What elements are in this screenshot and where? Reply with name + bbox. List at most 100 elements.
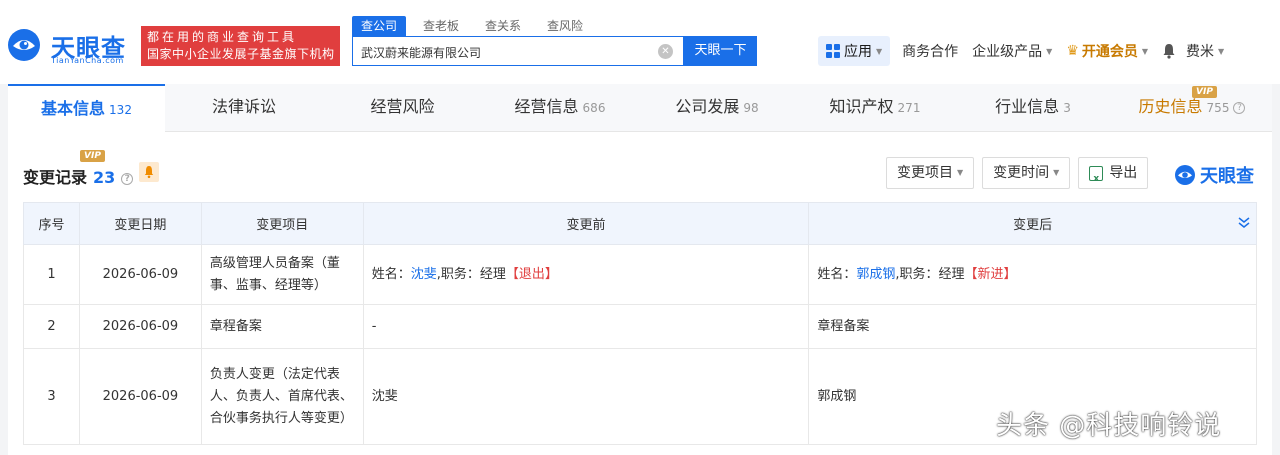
cell-after: 姓名：郭成钢,职务：经理【新进】	[808, 244, 1257, 305]
notification-bell-icon[interactable]	[1162, 43, 1176, 59]
expand-icon[interactable]	[1238, 216, 1250, 230]
grid-icon	[826, 44, 840, 58]
export-label: 导出	[1109, 165, 1138, 181]
caret-down-icon: ▼	[1046, 46, 1053, 56]
filter-change-item-dropdown[interactable]: 变更项目 ▼	[886, 157, 975, 189]
top-nav: 应用 ▼ 商务合作 企业级产品 ▼ ♛ 开通会员 ▼ 费米 ▼	[818, 36, 1238, 66]
tab-business-risk[interactable]: 经营风险	[323, 84, 482, 132]
enterprise-products-menu[interactable]: 企业级产品 ▼	[972, 41, 1052, 61]
cell-date: 2026-06-09	[78, 244, 202, 305]
clear-icon[interactable]: ✕	[658, 44, 673, 59]
search-button[interactable]: 天眼一下	[684, 36, 757, 66]
tab-count: 132	[109, 103, 132, 117]
search-box: ✕	[352, 36, 684, 66]
section-title: 变更记录 23?	[23, 164, 134, 188]
table-row: 2 2026-06-09 章程备案 - 章程备案	[23, 304, 1257, 349]
cell-before: 姓名：沈斐,职务：经理【退出】	[362, 244, 810, 305]
header-before: 变更前	[362, 202, 810, 245]
caret-down-icon: ▼	[957, 168, 964, 177]
logo[interactable]: 天眼查 TianYanCha.com	[7, 26, 135, 68]
filter-change-time-label: 变更时间	[993, 165, 1050, 181]
enterprise-products-label: 企业级产品	[972, 44, 1043, 60]
role-text: ,职务：经理	[895, 266, 965, 282]
person-link[interactable]: 沈斐	[411, 267, 437, 282]
search-tab-relation[interactable]: 查关系	[476, 16, 530, 36]
new-tag: 【新进】	[964, 266, 1017, 282]
user-name: 费米	[1186, 44, 1215, 60]
section-title-text: 变更记录	[23, 168, 88, 187]
tab-history-info[interactable]: VIP 历史信息 755?	[1112, 84, 1272, 132]
slogan-banner[interactable]: 都在用的商业查询工具 国家中小企业发展子基金旗下机构	[141, 26, 340, 66]
app-menu-label: 应用	[844, 44, 872, 60]
search-input[interactable]	[361, 43, 651, 61]
help-icon[interactable]: ?	[1233, 101, 1246, 114]
tab-count: 3	[1063, 101, 1071, 115]
tab-label: 知识产权	[829, 97, 894, 116]
tab-intellectual-property[interactable]: 知识产权 271	[796, 84, 954, 132]
tab-count: 98	[743, 101, 759, 115]
brand-mark-text: 天眼查	[1200, 166, 1254, 187]
main-panel: 基本信息 132 法律诉讼 经营风险 经营信息 686 公司发展 98 知识产权 271…	[8, 84, 1272, 455]
caret-down-icon: ▼	[1053, 168, 1060, 177]
cell-index: 2	[23, 304, 80, 349]
table-header-row: 序号 变更日期 变更项目 变更前 变更后	[23, 202, 1257, 245]
app-menu-button[interactable]: 应用 ▼	[818, 36, 891, 66]
slogan-line1: 都在用的商业查询工具	[147, 30, 298, 44]
header-item: 变更项目	[200, 202, 364, 245]
role-text: ,职务：经理	[436, 266, 506, 282]
crown-icon: ♛	[1066, 43, 1079, 59]
cell-item: 高级管理人员备案（董事、监事、经理等）	[200, 244, 364, 305]
tianyancha-logo-icon	[1175, 165, 1195, 185]
caret-down-icon: ▼	[1218, 46, 1225, 56]
filter-change-item-label: 变更项目	[897, 165, 953, 181]
caret-down-icon: ▼	[876, 46, 883, 56]
tab-label: 基本信息	[41, 99, 106, 118]
cell-date: 2026-06-09	[78, 348, 202, 445]
business-cooperation-link[interactable]: 商务合作	[902, 41, 958, 61]
tab-count: 271	[897, 101, 921, 115]
cell-after[interactable]: 章程备案	[808, 304, 1257, 349]
cell-index: 3	[23, 348, 80, 445]
cell-index: 1	[23, 244, 80, 305]
header-index: 序号	[23, 202, 80, 245]
tab-label: 经营风险	[370, 97, 435, 116]
exit-tag: 【退出】	[505, 266, 558, 282]
open-vip-menu[interactable]: ♛ 开通会员 ▼	[1066, 41, 1148, 61]
user-menu[interactable]: 费米 ▼	[1186, 41, 1224, 61]
tab-label: 行业信息	[995, 97, 1060, 116]
tab-business-info[interactable]: 经营信息 686	[482, 84, 638, 132]
help-icon[interactable]: ?	[121, 172, 134, 185]
watermark: 头条 @科技响铃说	[996, 411, 1222, 441]
filter-change-time-dropdown[interactable]: 变更时间 ▼	[982, 157, 1071, 189]
open-vip-label: 开通会员	[1081, 44, 1138, 60]
search-tab-risk[interactable]: 查风险	[538, 16, 592, 36]
header-after-text: 变更后	[1013, 218, 1053, 233]
cell-date: 2026-06-09	[78, 304, 202, 349]
person-link[interactable]: 郭成钢	[856, 267, 895, 282]
toolbar: 变更项目▼ 变更时间▼ 导出	[886, 157, 1156, 194]
caret-down-icon: ▼	[1141, 46, 1149, 56]
name-label: 姓名：	[817, 266, 857, 282]
brand-mark: 天眼查	[1174, 162, 1254, 188]
info-tabs: 基本信息 132 法律诉讼 经营风险 经营信息 686 公司发展 98 知识产权 271…	[8, 84, 1272, 132]
tab-label: 公司发展	[675, 97, 740, 116]
header-after: 变更后	[808, 202, 1257, 245]
search-tab-company[interactable]: 查公司	[352, 16, 407, 36]
cell-before[interactable]: 沈斐	[362, 348, 810, 445]
tab-company-development[interactable]: 公司发展 98	[638, 84, 796, 132]
logo-domain: TianYanCha.com	[51, 56, 124, 65]
tab-count: 755	[1206, 101, 1230, 115]
search-type-tabs: 查公司 查老板 查关系 查风险	[352, 16, 600, 36]
tab-industry-info[interactable]: 行业信息 3	[954, 84, 1112, 132]
tianyancha-logo-icon	[8, 29, 40, 61]
tab-legal[interactable]: 法律诉讼	[165, 84, 323, 132]
export-button[interactable]: 导出	[1078, 157, 1149, 194]
table-row: 1 2026-06-09 高级管理人员备案（董事、监事、经理等） 姓名：沈斐,职…	[23, 244, 1257, 305]
section-count: 23	[93, 168, 116, 187]
search-tab-boss[interactable]: 查老板	[414, 16, 468, 36]
excel-icon	[1089, 164, 1104, 194]
monitor-bell-button[interactable]	[139, 162, 159, 182]
vip-badge: VIP	[1192, 86, 1217, 98]
tab-basic-info[interactable]: 基本信息 132	[8, 84, 165, 132]
bell-icon	[144, 166, 154, 179]
